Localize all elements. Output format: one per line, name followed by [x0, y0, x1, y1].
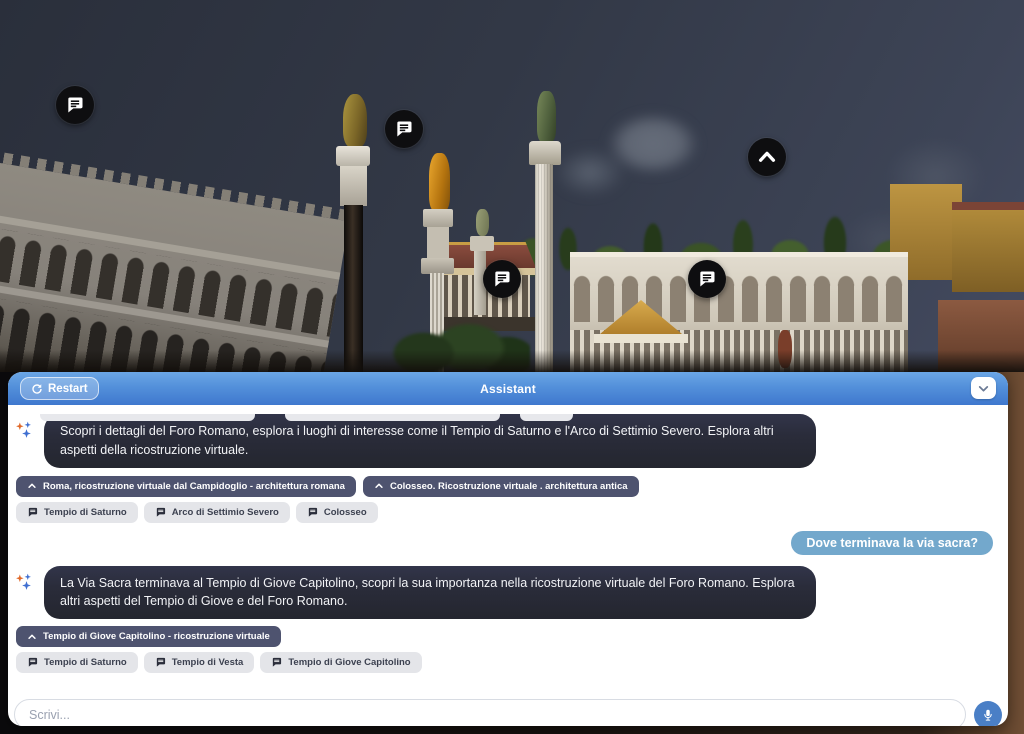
partial-chip: [520, 414, 573, 421]
partial-chip: [285, 414, 500, 421]
chevron-down-icon: [977, 382, 990, 395]
scene-bottom-shadow: [0, 350, 1024, 374]
assistant-message: La Via Sacra terminava al Tempio di Giov…: [44, 566, 816, 620]
mic-button[interactable]: [974, 701, 1002, 727]
suggestion-chip[interactable]: Tempio di Saturno: [16, 502, 138, 523]
chat-hotspot-marker[interactable]: [385, 110, 423, 148]
user-message: Dove terminava la via sacra?: [791, 531, 993, 555]
ai-sparkle-icon: [14, 572, 34, 597]
chevron-up-hotspot-marker[interactable]: [748, 138, 786, 176]
topic-link-button[interactable]: Tempio di Giove Capitolino - ricostruzio…: [16, 626, 281, 647]
topic-link-button[interactable]: Roma, ricostruzione virtuale dal Campido…: [16, 476, 356, 497]
topic-link-button[interactable]: Colosseo. Ricostruzione virtuale . archi…: [363, 476, 639, 497]
suggestion-chip[interactable]: Tempio di Vesta: [144, 652, 255, 673]
chat-bubble-icon: [27, 507, 38, 518]
suggestion-chip[interactable]: Tempio di Giove Capitolino: [260, 652, 421, 673]
assistant-message: Scopri i dettagli del Foro Romano, esplo…: [44, 414, 816, 468]
suggestion-chip[interactable]: Arco di Settimio Severo: [144, 502, 290, 523]
microphone-icon: [981, 708, 995, 722]
chat-hotspot-marker[interactable]: [56, 86, 94, 124]
chat-input[interactable]: [14, 699, 966, 726]
app: Restart Assistant: [0, 0, 1024, 734]
chevron-up-icon: [374, 481, 384, 491]
chat-hotspot-marker[interactable]: [688, 260, 726, 298]
suggestion-chip[interactable]: Tempio di Saturno: [16, 652, 138, 673]
chat-bubble-icon: [27, 657, 38, 668]
chat-bubble-icon: [307, 507, 318, 518]
assistant-panel: Restart Assistant: [8, 372, 1008, 726]
chevron-up-icon: [27, 632, 37, 642]
ai-sparkle-icon: [14, 420, 34, 445]
collapse-button[interactable]: [971, 377, 996, 399]
partial-chip: [40, 414, 255, 421]
suggestion-chip[interactable]: Colosseo: [296, 502, 378, 523]
assistant-header: Restart Assistant: [8, 372, 1008, 405]
chat-bubble-icon: [155, 657, 166, 668]
restart-button[interactable]: Restart: [20, 377, 99, 400]
chat-body: Scopri i dettagli del Foro Romano, esplo…: [8, 414, 1008, 726]
refresh-icon: [31, 383, 43, 395]
chevron-up-icon: [27, 481, 37, 491]
panel-title: Assistant: [480, 382, 536, 396]
chat-hotspot-marker[interactable]: [483, 260, 521, 298]
chat-bubble-icon: [155, 507, 166, 518]
chat-bubble-icon: [271, 657, 282, 668]
restart-label: Restart: [48, 383, 88, 395]
